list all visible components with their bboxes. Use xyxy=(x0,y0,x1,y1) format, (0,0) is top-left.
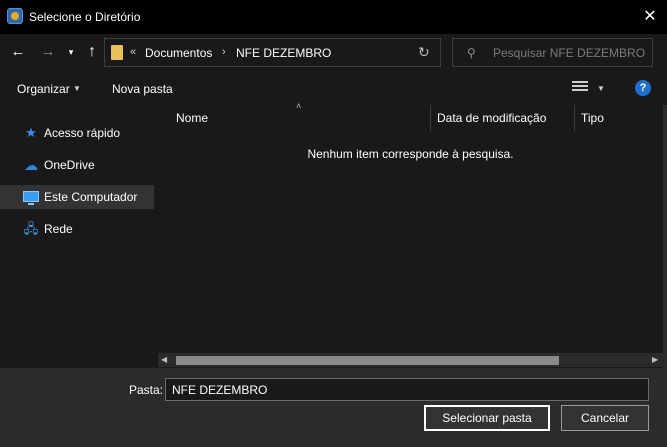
vertical-scrollbar[interactable] xyxy=(663,105,667,368)
network-icon: 🖧 xyxy=(23,221,39,236)
folder-icon xyxy=(111,45,123,60)
help-icon[interactable]: ? xyxy=(635,80,651,96)
horizontal-scrollbar[interactable]: ◀ ▶ xyxy=(158,353,663,367)
sort-ascending-icon: ˄ xyxy=(296,101,302,111)
back-button[interactable]: ← xyxy=(8,42,28,62)
new-folder-button[interactable]: Nova pasta xyxy=(112,82,173,96)
column-divider[interactable] xyxy=(574,105,575,131)
empty-state-message: Nenhum item corresponde à pesquisa. xyxy=(307,147,514,161)
recent-locations-button[interactable]: ▾ xyxy=(65,42,77,62)
organize-button[interactable]: Organizar xyxy=(17,82,70,96)
up-button[interactable]: ↑ xyxy=(82,42,102,62)
breadcrumb-documentos[interactable]: Documentos xyxy=(145,46,212,60)
address-bar[interactable]: « Documentos › NFE DEZEMBRO ↻ xyxy=(104,38,441,67)
breadcrumb-overflow-icon[interactable]: « xyxy=(130,46,136,58)
cancel-button[interactable]: Cancelar xyxy=(561,405,649,431)
sidebar-item-label: Este Computador xyxy=(44,190,138,204)
navigation-pane: ★ Acesso rápido ☁ OneDrive Este Computad… xyxy=(0,105,158,368)
breadcrumb-nfe-dezembro[interactable]: NFE DEZEMBRO xyxy=(236,46,331,60)
column-header-data-modificacao[interactable]: Data de modificação xyxy=(437,111,546,125)
app-icon xyxy=(7,8,23,24)
select-folder-button[interactable]: Selecionar pasta xyxy=(424,405,550,431)
navigation-bar: ← → ▾ ↑ « Documentos › NFE DEZEMBRO ↻ ⚲ … xyxy=(0,34,667,72)
search-icon: ⚲ xyxy=(467,46,476,60)
sidebar-item-acesso-rapido[interactable]: ★ Acesso rápido xyxy=(0,121,154,145)
view-options-icon[interactable] xyxy=(572,81,588,95)
folder-field-label: Pasta: xyxy=(129,383,164,397)
file-list: ˄ Nome Data de modificação Tipo Nenhum i… xyxy=(158,101,663,368)
command-toolbar: Organizar ▼ Nova pasta ▼ ? xyxy=(0,72,667,105)
column-header-nome[interactable]: Nome xyxy=(176,111,208,125)
forward-button[interactable]: → xyxy=(38,42,58,62)
sidebar-item-label: OneDrive xyxy=(44,158,95,172)
sidebar-item-label: Acesso rápido xyxy=(44,126,121,140)
title-bar: Selecione o Diretório ✕ xyxy=(0,0,667,34)
scroll-left-icon[interactable]: ◀ xyxy=(161,355,167,364)
window-title: Selecione o Diretório xyxy=(29,10,141,24)
scroll-right-icon[interactable]: ▶ xyxy=(652,355,658,364)
star-icon: ★ xyxy=(25,125,37,140)
folder-field[interactable] xyxy=(165,378,649,401)
view-dropdown-icon[interactable]: ▼ xyxy=(597,84,605,93)
computer-icon xyxy=(23,191,39,205)
sidebar-item-este-computador[interactable]: Este Computador xyxy=(0,185,154,209)
refresh-icon[interactable]: ↻ xyxy=(418,44,430,61)
close-button[interactable]: ✕ xyxy=(636,5,664,29)
scrollbar-thumb[interactable] xyxy=(176,356,559,365)
dialog-footer: Pasta: Selecionar pasta Cancelar xyxy=(0,368,667,447)
breadcrumb-separator-icon[interactable]: › xyxy=(222,46,226,58)
column-header-tipo[interactable]: Tipo xyxy=(581,111,604,125)
organize-dropdown-icon[interactable]: ▼ xyxy=(73,84,81,93)
sidebar-item-rede[interactable]: 🖧 Rede xyxy=(0,217,154,241)
search-box[interactable]: ⚲ Pesquisar NFE DEZEMBRO xyxy=(452,38,653,67)
search-input[interactable]: Pesquisar NFE DEZEMBRO xyxy=(493,46,645,60)
column-divider[interactable] xyxy=(430,105,431,131)
sidebar-item-label: Rede xyxy=(44,222,73,236)
sidebar-item-onedrive[interactable]: ☁ OneDrive xyxy=(0,153,154,177)
cloud-icon: ☁ xyxy=(24,157,38,173)
